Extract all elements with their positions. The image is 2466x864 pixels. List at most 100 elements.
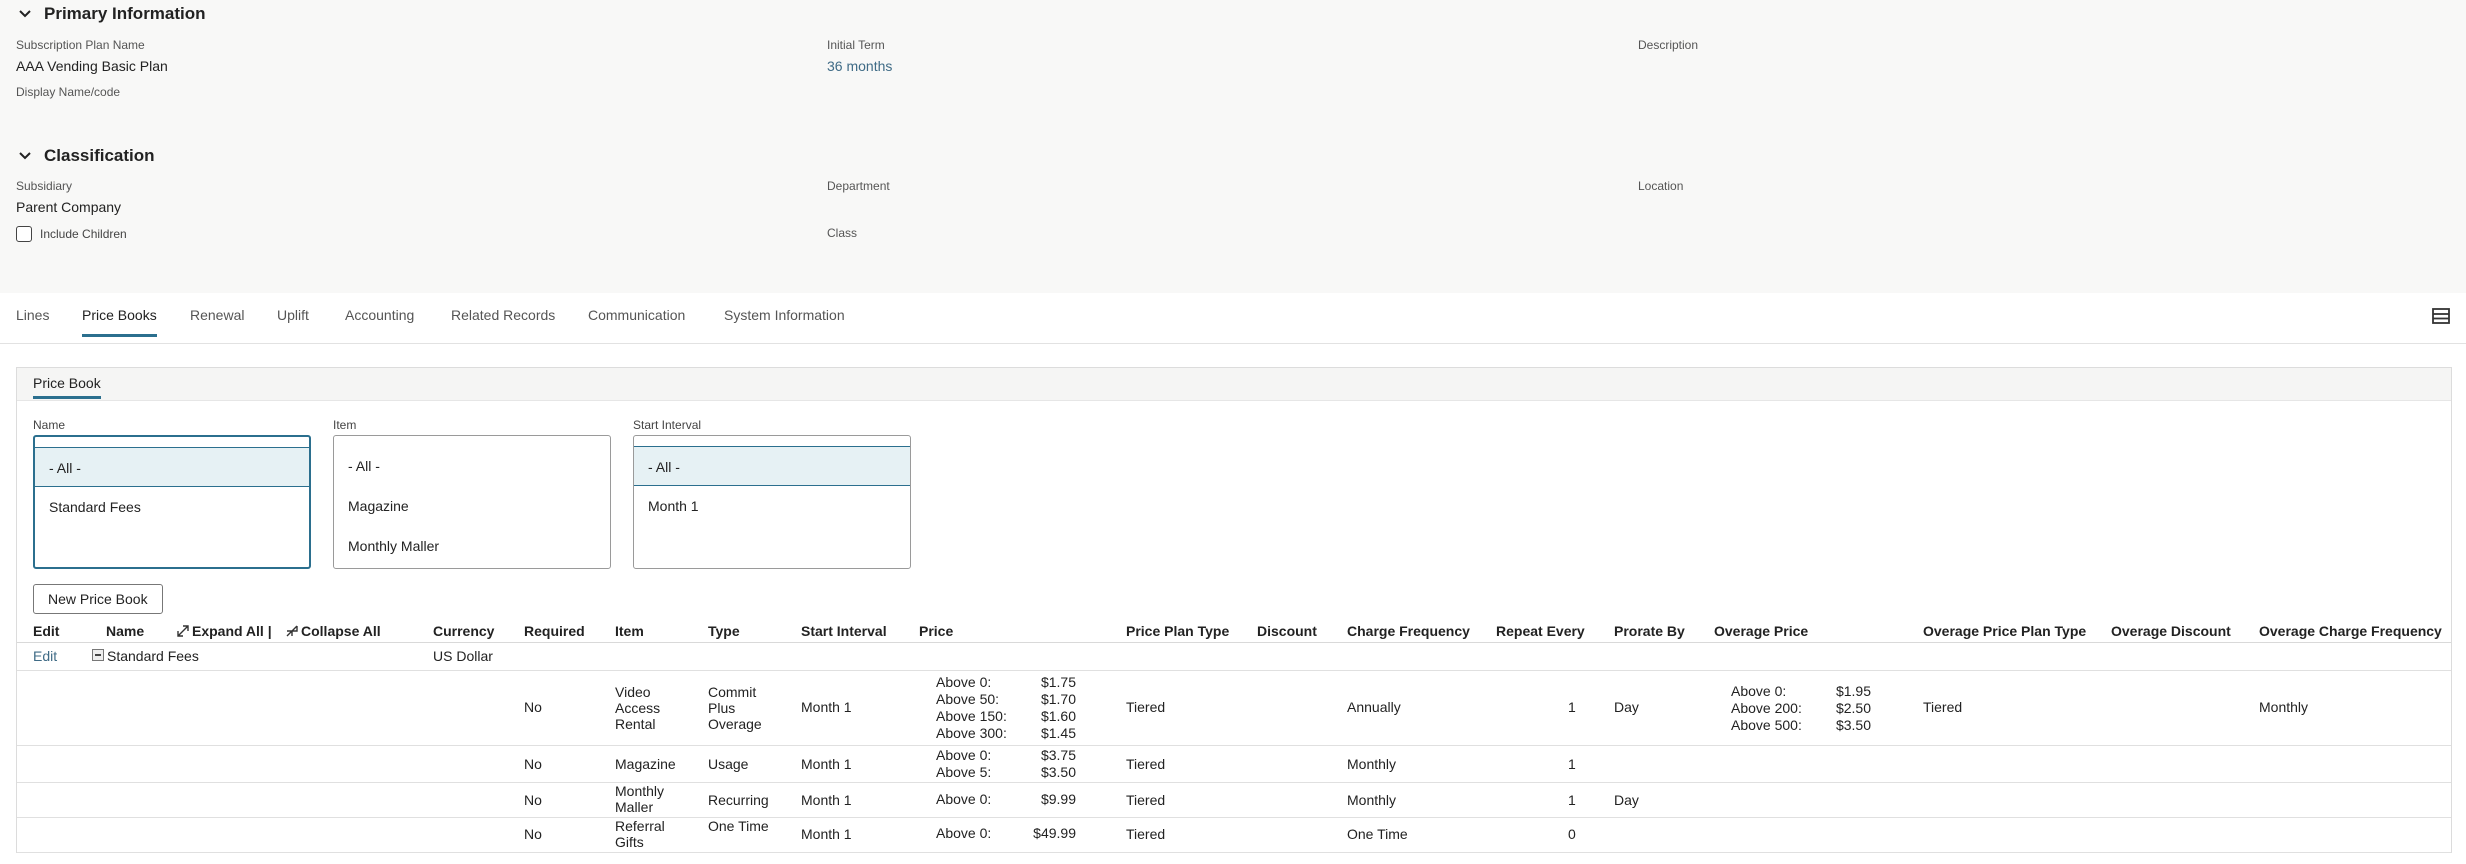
chevron-down-icon [19,10,31,18]
col-overage-price: Overage Price [1714,623,1809,639]
class-label: Class [827,226,858,240]
charge-frequency-cell: Monthly [1347,792,1397,808]
tab-price-books[interactable]: Price Books [82,307,157,337]
item-cell: Video Access Rental [615,684,661,732]
price-book-group-row: Edit Standard Fees US Dollar [17,643,2451,671]
col-overage-charge-frequency: Overage Charge Frequency [2259,623,2442,639]
price-tiers: Above 0: $3.75 Above 5: $3.50 [936,747,1076,781]
col-charge-frequency: Charge Frequency [1347,623,1470,639]
col-item: Item [615,623,644,639]
item-option-all[interactable]: - All - [334,446,610,486]
overage-charge-frequency-cell: Monthly [2259,699,2309,715]
col-start-interval: Start Interval [801,623,887,639]
tab-renewal[interactable]: Renewal [190,307,244,334]
tab-accounting[interactable]: Accounting [345,307,414,334]
price-tier: Above 0: $49.99 [936,825,1076,841]
item-option-monthly-maller[interactable]: Monthly Maller [334,526,610,566]
start-interval-option-all[interactable]: - All - [634,446,910,486]
tab-system-information[interactable]: System Information [724,307,845,334]
price-tier: Above 0: $3.75 [936,747,1076,763]
include-children-row[interactable]: Include Children [16,226,127,242]
price-tier: Above 5: $3.50 [936,764,1076,780]
start-interval-cell: Month 1 [801,756,852,772]
chevron-down-icon [19,152,31,160]
start-interval-filter-listbox[interactable]: - All - Month 1 [633,435,911,569]
plan-name-value: AAA Vending Basic Plan [16,58,168,74]
price-plan-type-cell: Tiered [1126,756,1166,772]
tab-uplift[interactable]: Uplift [277,307,309,334]
display-name-label: Display Name/code [16,85,121,99]
table-row: No Video Access Rental Commit Plus Overa… [17,671,2451,746]
start-interval-option-month-1[interactable]: Month 1 [634,486,910,526]
price-plan-type-cell: Tiered [1126,792,1166,808]
col-repeat-every: Repeat Every [1496,623,1585,639]
repeat-every-cell: 1 [1568,792,1576,808]
expand-all-label[interactable]: Expand All | [192,623,272,639]
price-book-subtab-bar: Price Book [17,368,2451,401]
col-discount: Discount [1257,623,1317,639]
overage-price-tiers: Above 0: $1.95 Above 200: $2.50 Above 500:… [1731,683,1871,734]
overage-price-plan-type-cell: Tiered [1923,699,1963,715]
collapse-group-icon[interactable] [92,649,104,661]
new-price-book-button[interactable]: New Price Book [33,584,163,614]
overage-price-tier: Above 0: $1.95 [1731,683,1871,699]
table-row: No Magazine Usage Month 1 Above 0: $3.75 … [17,746,2451,783]
prorate-by-cell: Day [1614,792,1639,808]
table-row: No Monthly Maller Recurring Month 1 Abov… [17,783,2451,818]
repeat-every-cell: 1 [1568,699,1576,715]
initial-term-value[interactable]: 36 months [827,58,892,74]
tab-communication[interactable]: Communication [588,307,685,334]
collapse-icon [286,625,298,637]
item-filter-listbox[interactable]: - All - Magazine Monthly Maller [333,435,611,569]
name-filter-listbox[interactable]: - All - Standard Fees [33,435,311,569]
required-cell: No [524,826,542,842]
price-plan-type-cell: Tiered [1126,826,1166,842]
name-option-standard-fees[interactable]: Standard Fees [35,487,309,527]
col-required: Required [524,623,585,639]
classification-title: Classification [44,146,155,165]
location-label: Location [1638,179,1684,193]
expand-all-control[interactable]: Expand All | [176,623,272,639]
repeat-every-cell: 0 [1568,826,1576,842]
tab-lines[interactable]: Lines [16,307,49,334]
required-cell: No [524,756,542,772]
price-tiers: Above 0: $9.99 [936,791,1076,808]
name-option-all[interactable]: - All - [35,447,309,487]
start-interval-cell: Month 1 [801,792,852,808]
col-price-plan-type: Price Plan Type [1126,623,1230,639]
col-overage-price-plan-type: Overage Price Plan Type [1923,623,2087,639]
overage-price-tier: Above 200: $2.50 [1731,700,1871,716]
edit-link[interactable]: Edit [33,648,57,664]
collapse-all-control[interactable]: Collapse All [285,623,381,639]
tab-related-records[interactable]: Related Records [451,307,555,334]
include-children-checkbox[interactable] [16,226,32,242]
item-cell: Referral Gifts [615,818,665,850]
record-header-area: Primary Information Subscription Plan Na… [0,0,2466,293]
subtab-price-book[interactable]: Price Book [33,375,101,399]
table-row: No Referral Gifts One Time Month 1 Above… [17,818,2451,853]
col-type: Type [708,623,740,639]
charge-frequency-cell: One Time [1347,826,1408,842]
price-tier: Above 0: $1.75 [936,674,1076,690]
start-interval-cell: Month 1 [801,826,852,842]
name-filter-label: Name [33,418,66,432]
group-name-cell[interactable]: Standard Fees [92,648,199,664]
item-option-magazine[interactable]: Magazine [334,486,610,526]
subsidiary-value: Parent Company [16,199,122,215]
col-edit: Edit [33,623,60,639]
overage-price-tier: Above 500: $3.50 [1731,717,1871,733]
prorate-by-cell: Day [1614,699,1639,715]
classification-header[interactable]: Classification [16,146,155,166]
initial-term-label: Initial Term [827,38,885,52]
list-view-icon[interactable] [2432,307,2450,325]
price-book-grid-header: Edit Name Expand All | Collapse All Curr… [17,620,2451,643]
collapse-all-label[interactable]: Collapse All [301,623,381,639]
primary-information-title: Primary Information [44,4,206,23]
col-currency: Currency [433,623,495,639]
type-cell: One Time [708,818,769,834]
primary-information-header[interactable]: Primary Information [16,4,206,24]
expand-icon [177,625,189,637]
price-tier: Above 300: $1.45 [936,725,1076,741]
charge-frequency-cell: Annually [1347,699,1401,715]
price-tier: Above 150: $1.60 [936,708,1076,724]
